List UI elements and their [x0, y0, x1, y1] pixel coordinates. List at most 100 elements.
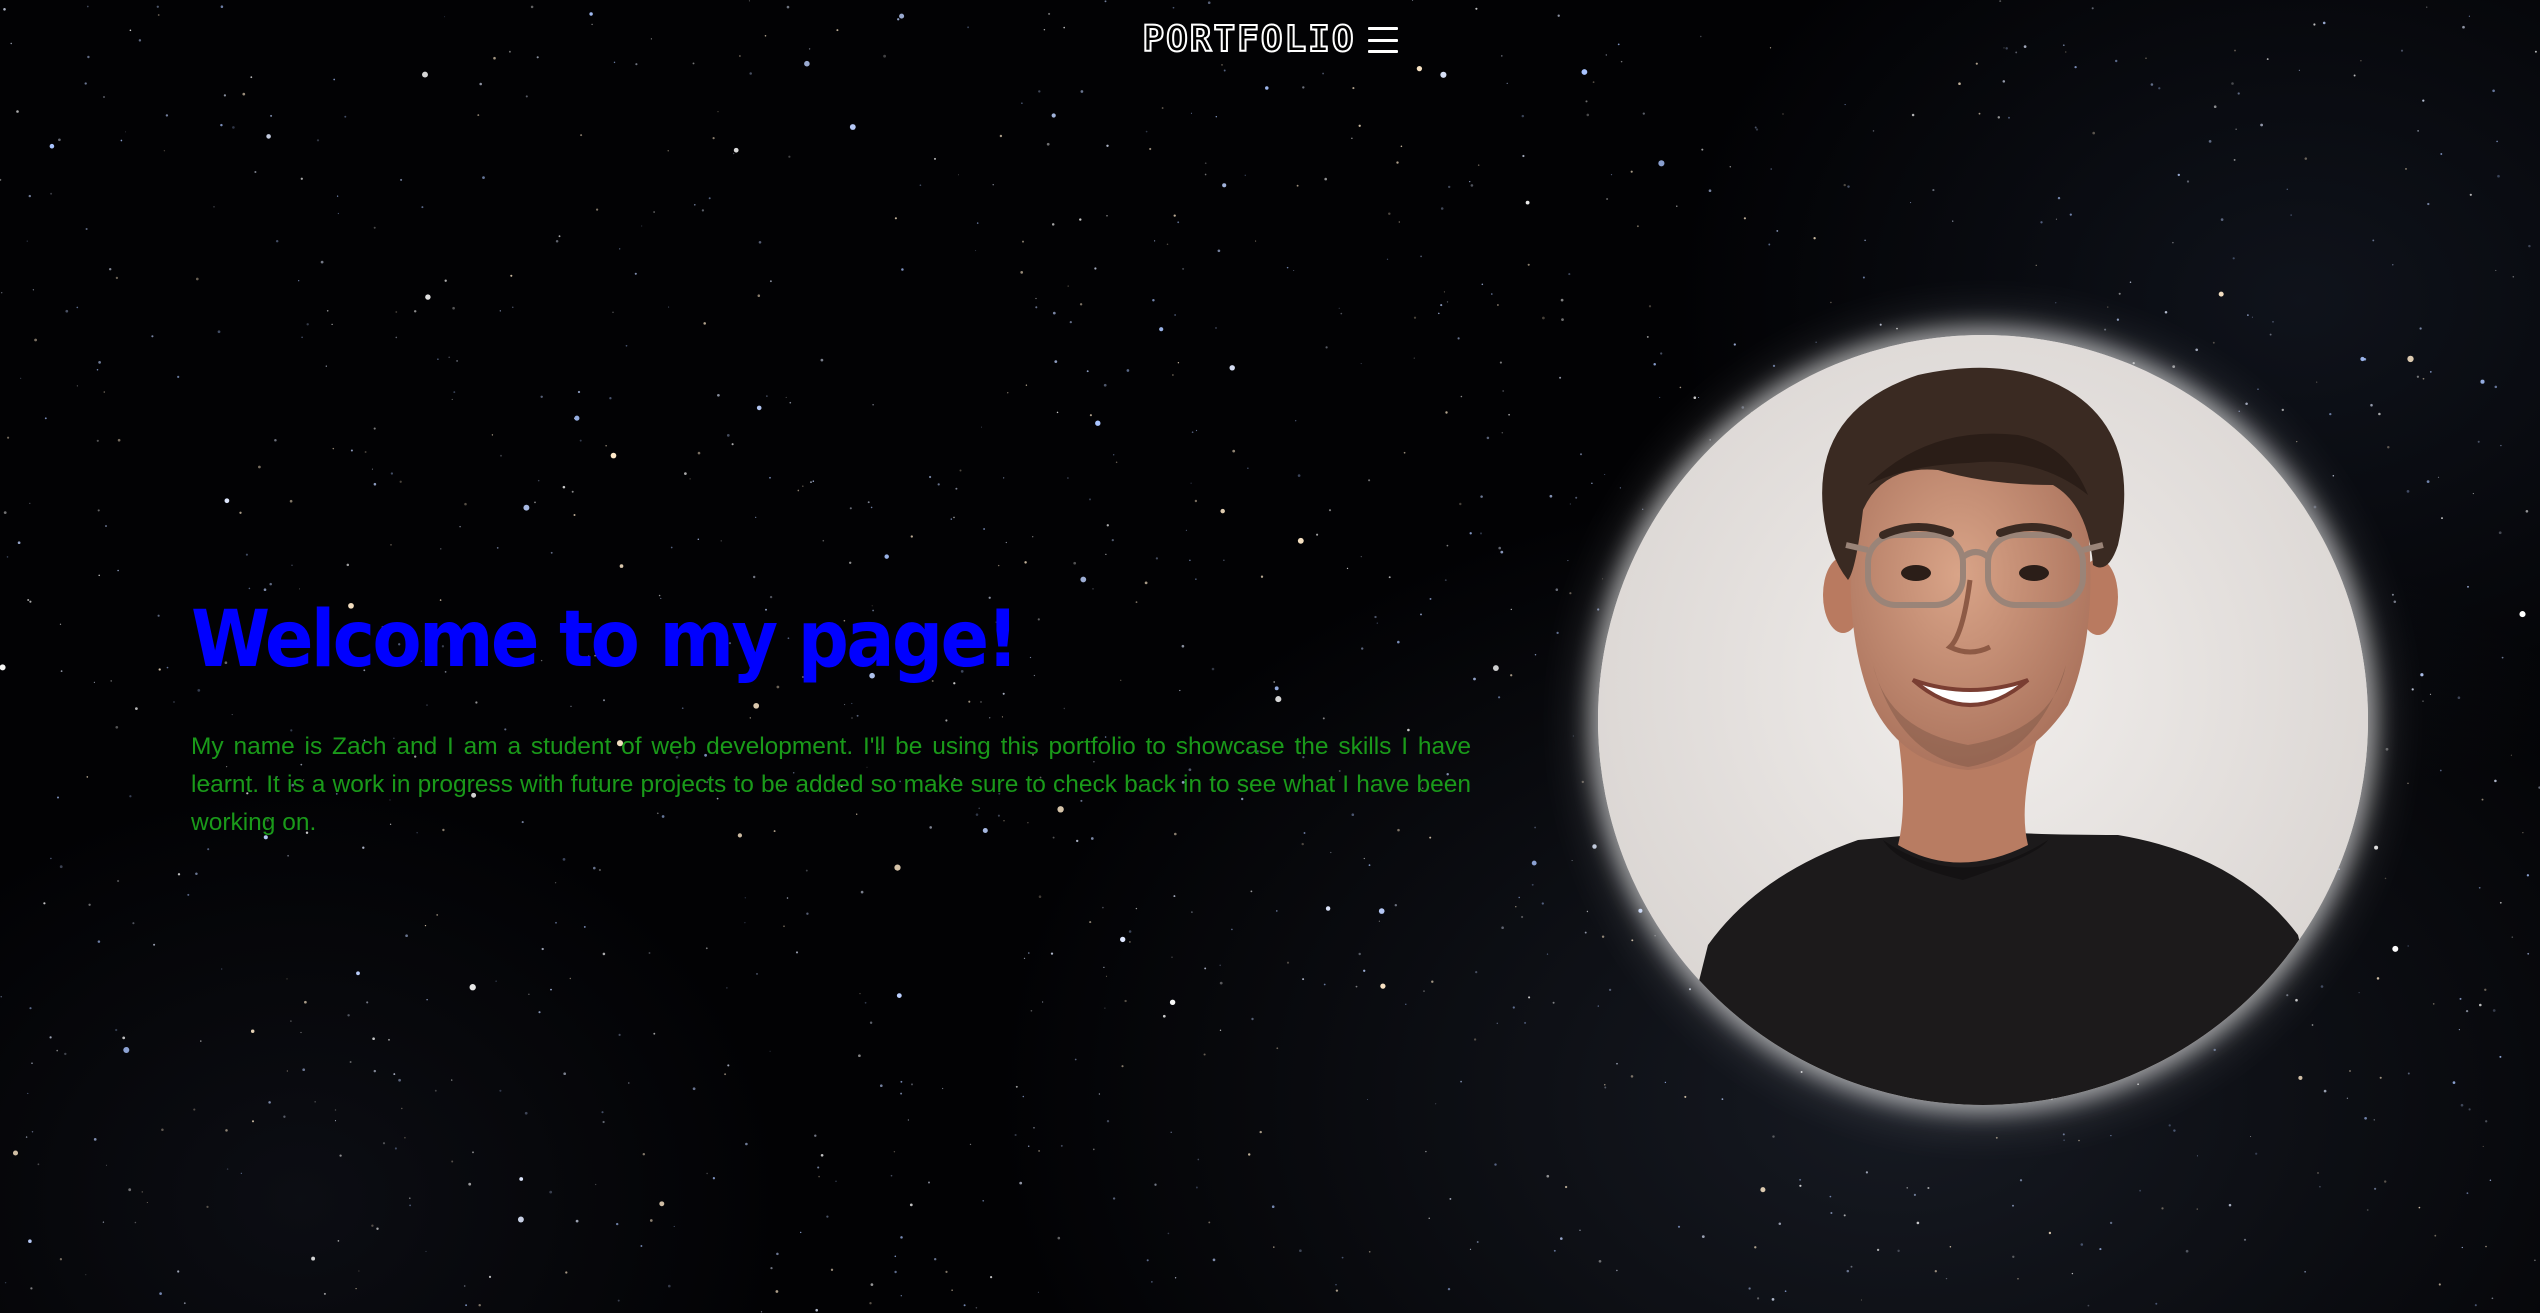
star	[1552, 1001, 1555, 1004]
star	[2250, 1135, 2252, 1138]
star	[1089, 498, 1091, 501]
star	[129, 795, 132, 798]
star	[2164, 310, 2168, 314]
star	[2348, 1069, 2352, 1073]
star	[1862, 276, 1865, 279]
star	[444, 279, 447, 282]
star	[2048, 1231, 2052, 1235]
star	[2295, 998, 2298, 1002]
star	[1021, 102, 1023, 105]
star	[573, 514, 576, 516]
star	[1057, 1236, 1061, 1240]
star	[2484, 988, 2487, 991]
star	[748, 0, 750, 2]
star	[1506, 82, 1508, 85]
star	[258, 465, 261, 469]
star	[163, 150, 166, 152]
star	[1646, 335, 1649, 338]
star	[1260, 575, 1264, 578]
star	[2422, 377, 2425, 380]
star	[1770, 168, 1772, 170]
star	[1473, 1038, 1477, 1041]
star	[388, 1038, 390, 1041]
star	[1368, 1250, 1371, 1253]
star	[240, 1172, 242, 1174]
star	[667, 150, 669, 152]
star	[2528, 244, 2531, 248]
star	[1195, 578, 1197, 580]
star	[1549, 494, 1553, 498]
star	[950, 518, 953, 520]
star	[1293, 269, 1295, 272]
star	[1105, 975, 1108, 977]
star	[2519, 611, 2526, 618]
star	[1592, 844, 1597, 849]
star	[1560, 298, 1564, 302]
star	[980, 426, 983, 428]
star	[2492, 1009, 2496, 1012]
star	[1872, 130, 1875, 132]
star	[2212, 341, 2215, 344]
star	[770, 1266, 773, 1270]
star	[346, 563, 350, 567]
hamburger-menu-icon[interactable]	[1367, 27, 1398, 53]
star	[849, 507, 852, 510]
star	[2150, 83, 2154, 86]
star	[108, 267, 112, 271]
star	[472, 1151, 474, 1154]
star	[1975, 62, 1978, 65]
star	[628, 1082, 630, 1084]
star	[2457, 696, 2461, 700]
star	[1355, 985, 1358, 988]
star	[757, 294, 761, 297]
star	[165, 114, 169, 117]
star	[1518, 896, 1520, 899]
star	[2434, 1234, 2437, 1237]
star	[1443, 291, 1445, 293]
star	[579, 439, 582, 442]
star	[1460, 395, 1463, 398]
star	[2069, 213, 2072, 216]
star	[1630, 1075, 1634, 1078]
star	[519, 1177, 524, 1181]
star	[2346, 1097, 2349, 1099]
star	[1346, 567, 1349, 570]
star	[2296, 440, 2298, 443]
star	[574, 415, 580, 421]
star	[488, 1275, 492, 1278]
star	[1322, 72, 1325, 75]
star	[254, 170, 257, 174]
star	[2494, 779, 2497, 783]
star	[1524, 1021, 1527, 1024]
star	[2245, 402, 2248, 405]
star	[1204, 162, 1207, 165]
star	[4, 1281, 7, 1284]
star	[2286, 188, 2289, 191]
star	[0, 996, 2, 998]
star	[337, 1240, 340, 1242]
star	[29, 600, 32, 603]
portfolio-logo[interactable]: PORTFOLIO	[1141, 18, 1355, 62]
star	[1480, 495, 1483, 498]
star	[1203, 1053, 1206, 1056]
star	[224, 498, 230, 504]
star	[331, 323, 333, 325]
star	[2437, 476, 2440, 478]
star	[1693, 396, 1697, 399]
star	[465, 1304, 468, 1307]
star	[1169, 999, 1176, 1006]
star	[1271, 1205, 1275, 1208]
star	[726, 434, 730, 437]
star	[1247, 1153, 1251, 1156]
star	[2057, 196, 2061, 200]
star	[1879, 323, 1882, 326]
star	[1396, 161, 1399, 164]
star	[999, 134, 1003, 138]
star	[453, 391, 456, 394]
star	[2370, 403, 2373, 407]
star	[464, 502, 467, 506]
star	[76, 385, 79, 387]
star	[859, 992, 861, 995]
star	[451, 398, 453, 400]
star	[524, 1111, 528, 1115]
